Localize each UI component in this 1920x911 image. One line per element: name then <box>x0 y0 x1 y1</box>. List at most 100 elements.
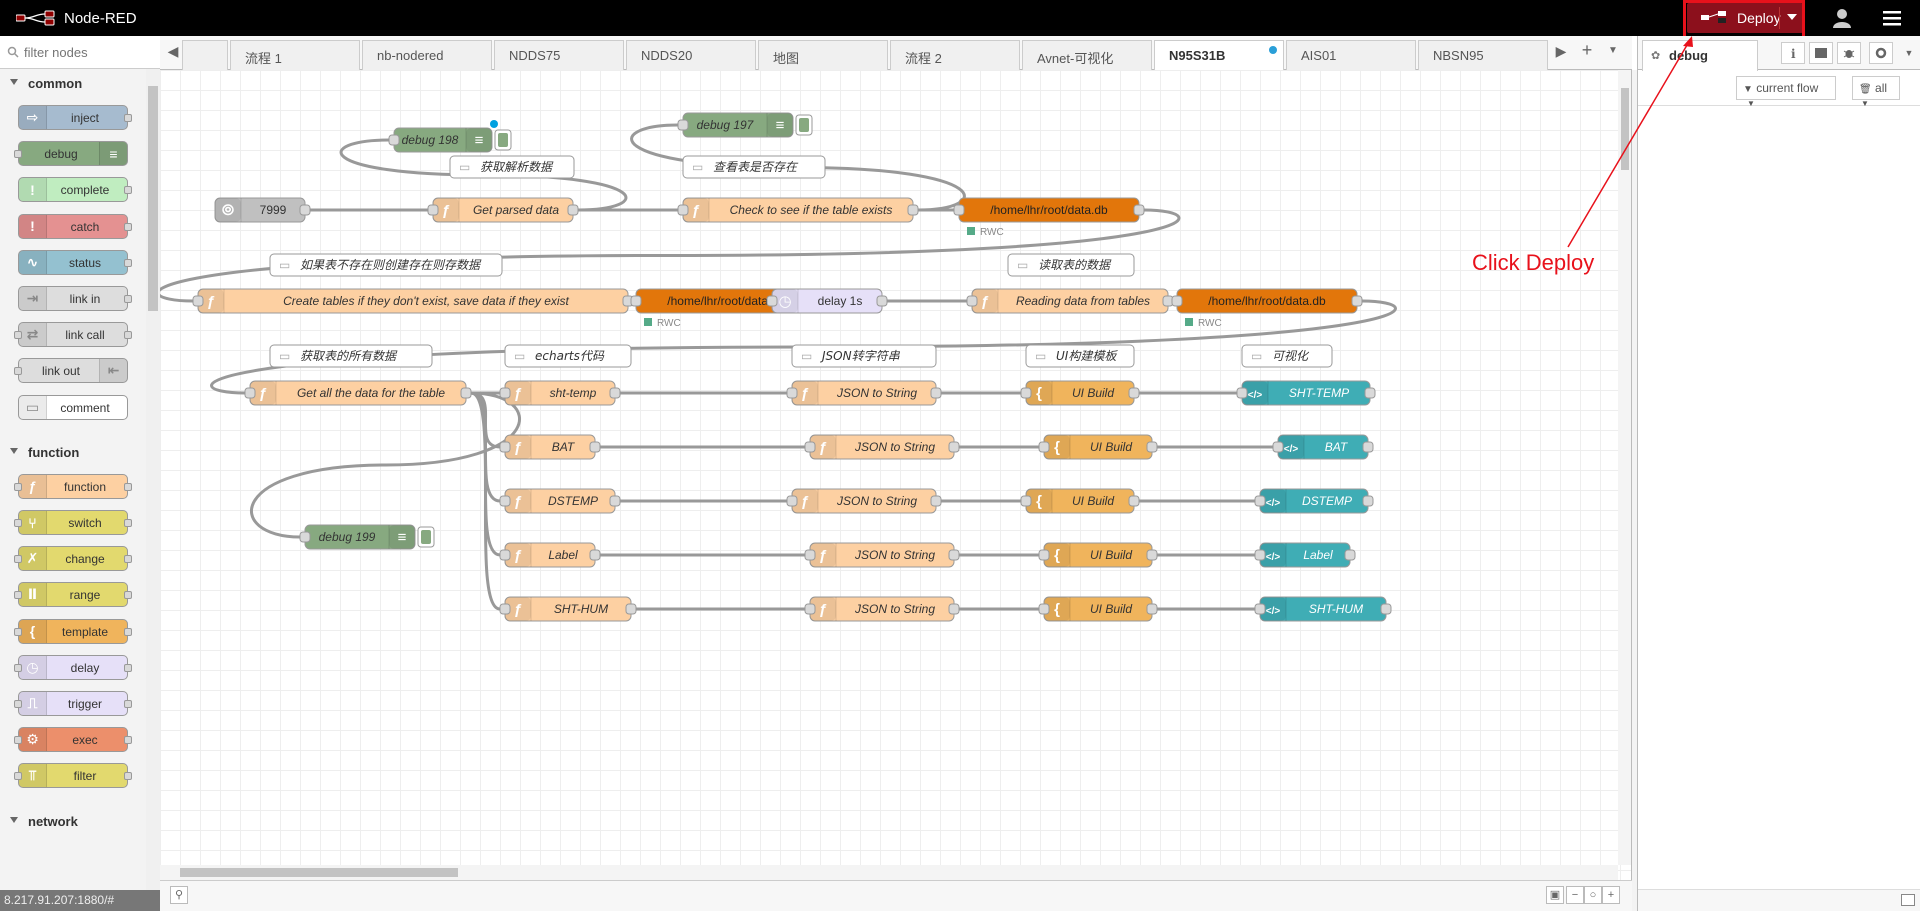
output-port[interactable] <box>589 441 601 453</box>
template-node[interactable]: {UI Build <box>1038 542 1158 568</box>
input-port[interactable] <box>766 295 778 307</box>
palette-node-function[interactable]: ƒ function <box>14 473 132 499</box>
navigator-icon[interactable]: ▣ <box>1546 886 1564 904</box>
filter-nodes-input[interactable] <box>22 44 152 61</box>
input-port[interactable] <box>953 204 965 216</box>
output-port[interactable] <box>567 204 579 216</box>
tab-menu-icon[interactable]: ▼ <box>1604 45 1622 65</box>
input-port[interactable] <box>1038 603 1050 615</box>
input-port[interactable] <box>499 441 511 453</box>
output-port[interactable] <box>1133 204 1145 216</box>
output-port[interactable] <box>609 495 621 507</box>
gear-icon[interactable] <box>1869 42 1893 64</box>
input-port[interactable] <box>677 204 689 216</box>
tab-流程 1[interactable]: 流程 1 <box>230 40 360 70</box>
add-tab-icon[interactable]: + <box>1578 40 1596 60</box>
comment-node[interactable]: ▭ echarts代码 <box>504 344 632 368</box>
output-port[interactable] <box>1362 441 1374 453</box>
palette-node-delay[interactable]: ◷ delay <box>14 654 132 680</box>
function-node[interactable]: ƒ Label <box>499 542 601 568</box>
input-port[interactable] <box>244 387 256 399</box>
tab-NBSN95[interactable]: NBSN95 <box>1418 40 1548 70</box>
palette-node-link-call[interactable]: ⇄ link call <box>14 322 132 348</box>
palette-node-template[interactable]: {template <box>14 618 132 644</box>
function-node[interactable]: ƒ DSTEMP <box>499 488 621 514</box>
output-port[interactable] <box>1380 603 1392 615</box>
tab-NDDS20[interactable]: NDDS20 <box>626 40 756 70</box>
function-node[interactable]: ƒ JSON to String <box>804 596 960 622</box>
tab-AIS01[interactable]: AIS01 <box>1286 40 1416 70</box>
input-port[interactable] <box>630 295 642 307</box>
template-node[interactable]: {UI Build <box>1038 434 1158 460</box>
workspace-vscroll-thumb[interactable] <box>1621 88 1629 170</box>
function-node[interactable]: ƒ JSON to String <box>804 542 960 568</box>
palette-category-common[interactable]: common <box>0 69 146 99</box>
input-port[interactable] <box>1038 441 1050 453</box>
palette-node-link-out[interactable]: ⇤ link out <box>14 358 128 384</box>
menu-icon[interactable] <box>1882 8 1902 28</box>
comment-node[interactable]: ▭ UI构建模板 <box>1025 344 1135 368</box>
palette-node-status[interactable]: ∿ status <box>18 249 132 275</box>
output-port[interactable] <box>609 387 621 399</box>
output-port[interactable] <box>930 387 942 399</box>
input-port[interactable] <box>804 603 816 615</box>
output-port[interactable] <box>299 204 311 216</box>
output-port[interactable] <box>948 549 960 561</box>
info-icon[interactable]: i <box>1781 42 1805 64</box>
flow-canvas[interactable]: ≡ debug 198 ≡ debug 197 ▭ 获取解析数据 ▭ 查看表是否存在 ⦾ 7999… <box>160 70 1618 865</box>
debug-node[interactable]: ≡ debug 198 <box>388 120 512 153</box>
palette-category-function[interactable]: function <box>0 438 146 468</box>
input-port[interactable] <box>786 495 798 507</box>
book-icon[interactable] <box>1809 42 1833 64</box>
function-node[interactable]: ƒ Reading data from tables <box>966 288 1174 314</box>
comment-node[interactable]: ▭ 如果表不存在则创建存在则存数据 <box>269 253 503 277</box>
input-port[interactable] <box>1272 441 1284 453</box>
debug-node[interactable]: ≡ debug 197 <box>677 112 813 138</box>
workspace-vscroll[interactable] <box>1618 70 1631 865</box>
workspace-hscroll-thumb[interactable] <box>180 868 458 877</box>
input-port[interactable] <box>804 549 816 561</box>
input-port[interactable] <box>1038 549 1050 561</box>
output-port[interactable] <box>589 549 601 561</box>
function-node[interactable]: ƒ Check to see if the table exists <box>677 197 919 223</box>
function-node[interactable]: ƒ Get all the data for the table <box>244 380 472 406</box>
popout-icon[interactable] <box>1901 894 1915 906</box>
input-port[interactable] <box>1254 495 1266 507</box>
udp-node[interactable]: ⦾ 7999 <box>214 197 311 223</box>
palette-node-complete[interactable]: ! complete <box>18 177 132 203</box>
wire[interactable] <box>250 391 521 539</box>
palette-node-exec[interactable]: ⚙ exec <box>14 727 132 753</box>
comment-node[interactable]: ▭ 读取表的数据 <box>1007 253 1135 277</box>
sidebar-tab-debug[interactable]: ✿ debug <box>1642 40 1758 71</box>
palette-node-catch[interactable]: ! catch <box>18 213 132 239</box>
output-port[interactable] <box>1344 549 1356 561</box>
function-node[interactable]: ƒ JSON to String <box>804 434 960 460</box>
function-node[interactable]: ƒ JSON to String <box>786 488 942 514</box>
input-port[interactable] <box>966 295 978 307</box>
tab-地图[interactable]: 地图 <box>758 40 888 70</box>
input-port[interactable] <box>1254 549 1266 561</box>
tab-blank[interactable] <box>182 40 228 70</box>
chevron-down-icon[interactable]: ▼ <box>1897 42 1920 64</box>
bug-icon[interactable] <box>1837 42 1861 64</box>
output-port[interactable] <box>1146 603 1158 615</box>
function-node[interactable]: ƒ SHT-HUM <box>499 596 637 622</box>
input-port[interactable] <box>427 204 439 216</box>
ui_template-node[interactable]: </> SHT-TEMP <box>1236 380 1376 406</box>
clear-debug-select[interactable]: 🗑 all ▼ <box>1852 76 1900 108</box>
template-node[interactable]: {UI Build <box>1020 380 1140 406</box>
input-port[interactable] <box>1171 295 1183 307</box>
comment-node[interactable]: ▭ 获取表的所有数据 <box>269 344 433 368</box>
delay-node[interactable]: ◷ delay 1s <box>766 288 888 314</box>
input-port[interactable] <box>388 134 400 146</box>
function-node[interactable]: ƒ sht-temp <box>499 380 621 406</box>
scroll-left-icon[interactable]: ◀ <box>164 43 182 63</box>
comment-node[interactable]: ▭ 查看表是否存在 <box>682 155 826 179</box>
ui_template-node[interactable]: </> Label <box>1254 542 1356 568</box>
output-port[interactable] <box>948 603 960 615</box>
output-port[interactable] <box>876 295 888 307</box>
debug-filter-select[interactable]: ▼ current flow ▼ <box>1736 76 1836 108</box>
output-port[interactable] <box>930 495 942 507</box>
flow-workspace[interactable]: ≡ debug 198 ≡ debug 197 ▭ 获取解析数据 ▭ 查看表是否存在 ⦾ 7999… <box>160 70 1632 880</box>
input-port[interactable] <box>1254 603 1266 615</box>
